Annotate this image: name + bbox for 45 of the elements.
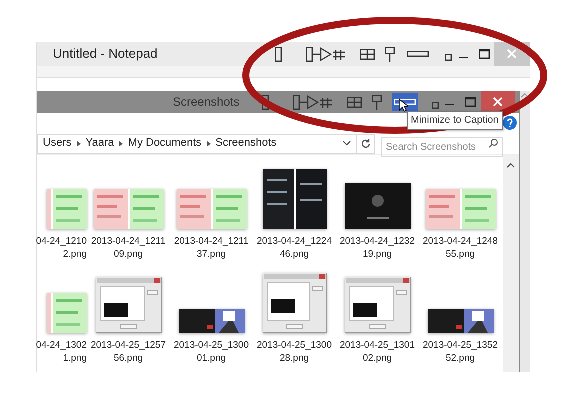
file-name[interactable]: 2013-04-24_1224 46.png [256,235,332,261]
breadcrumb-item[interactable]: My Documents [128,135,202,152]
grid-icon[interactable] [360,48,375,60]
tooltip: Minimize to Caption [407,111,503,130]
scroll-up-icon[interactable] [521,93,529,98]
bar-icon [407,51,429,57]
address-bar[interactable]: Users Yaara My Documents Screenshots [37,134,375,154]
small-square-icon[interactable] [445,54,452,60]
chevron-right-icon [119,140,124,146]
file-name[interactable]: 2013-04-25_1300 28.png [256,339,332,365]
file-name[interactable]: 2013-04-25_1257 56.png [90,339,166,365]
minimize-icon [458,57,468,59]
bar-icon [394,99,416,105]
breadcrumb-item[interactable]: Yaara [86,135,114,152]
file-name[interactable]: 04-24_1302 1.png [36,339,87,365]
file-name[interactable]: 2013-04-24_1211 09.png [91,235,166,261]
file-name[interactable]: 2013-04-25_1300 01.png [174,339,249,365]
chevron-right-icon [206,140,211,146]
maximize-icon [465,97,476,107]
window-title: Screenshots [173,94,240,111]
scrollbar[interactable] [520,91,530,372]
file-name[interactable]: 2013-04-25_1301 02.png [340,339,415,365]
file-name[interactable]: 04-24_1210 2.png [36,235,87,261]
close-icon [507,49,517,59]
search-icon [489,138,498,148]
file-name[interactable]: 2013-04-24_1232 19.png [340,235,415,261]
breadcrumb-item[interactable]: Screenshots [216,135,277,152]
pin-icon[interactable] [385,46,395,62]
file-name[interactable]: 2013-04-25_1352 52.png [422,339,498,365]
search-field[interactable]: Search Screenshots [381,137,503,157]
scrollbar[interactable] [503,155,519,372]
file-name[interactable]: 2013-04-24_1211 37.png [174,235,249,261]
maximize-icon [478,49,490,59]
chevron-right-icon [76,140,81,146]
file-name[interactable]: 2013-04-24_1248 55.png [422,235,498,261]
cursor-icon [399,99,408,112]
breadcrumb-item[interactable]: Users [43,135,72,152]
help-icon[interactable] [503,116,517,130]
scroll-up-icon[interactable] [507,163,515,168]
window-title: Untitled - Notepad [53,45,159,64]
dropdown-caret-icon[interactable] [343,141,351,146]
minimize-icon [445,104,454,106]
refresh-icon [360,138,370,148]
rectangle-icon[interactable] [275,46,282,62]
close-icon [492,97,503,107]
